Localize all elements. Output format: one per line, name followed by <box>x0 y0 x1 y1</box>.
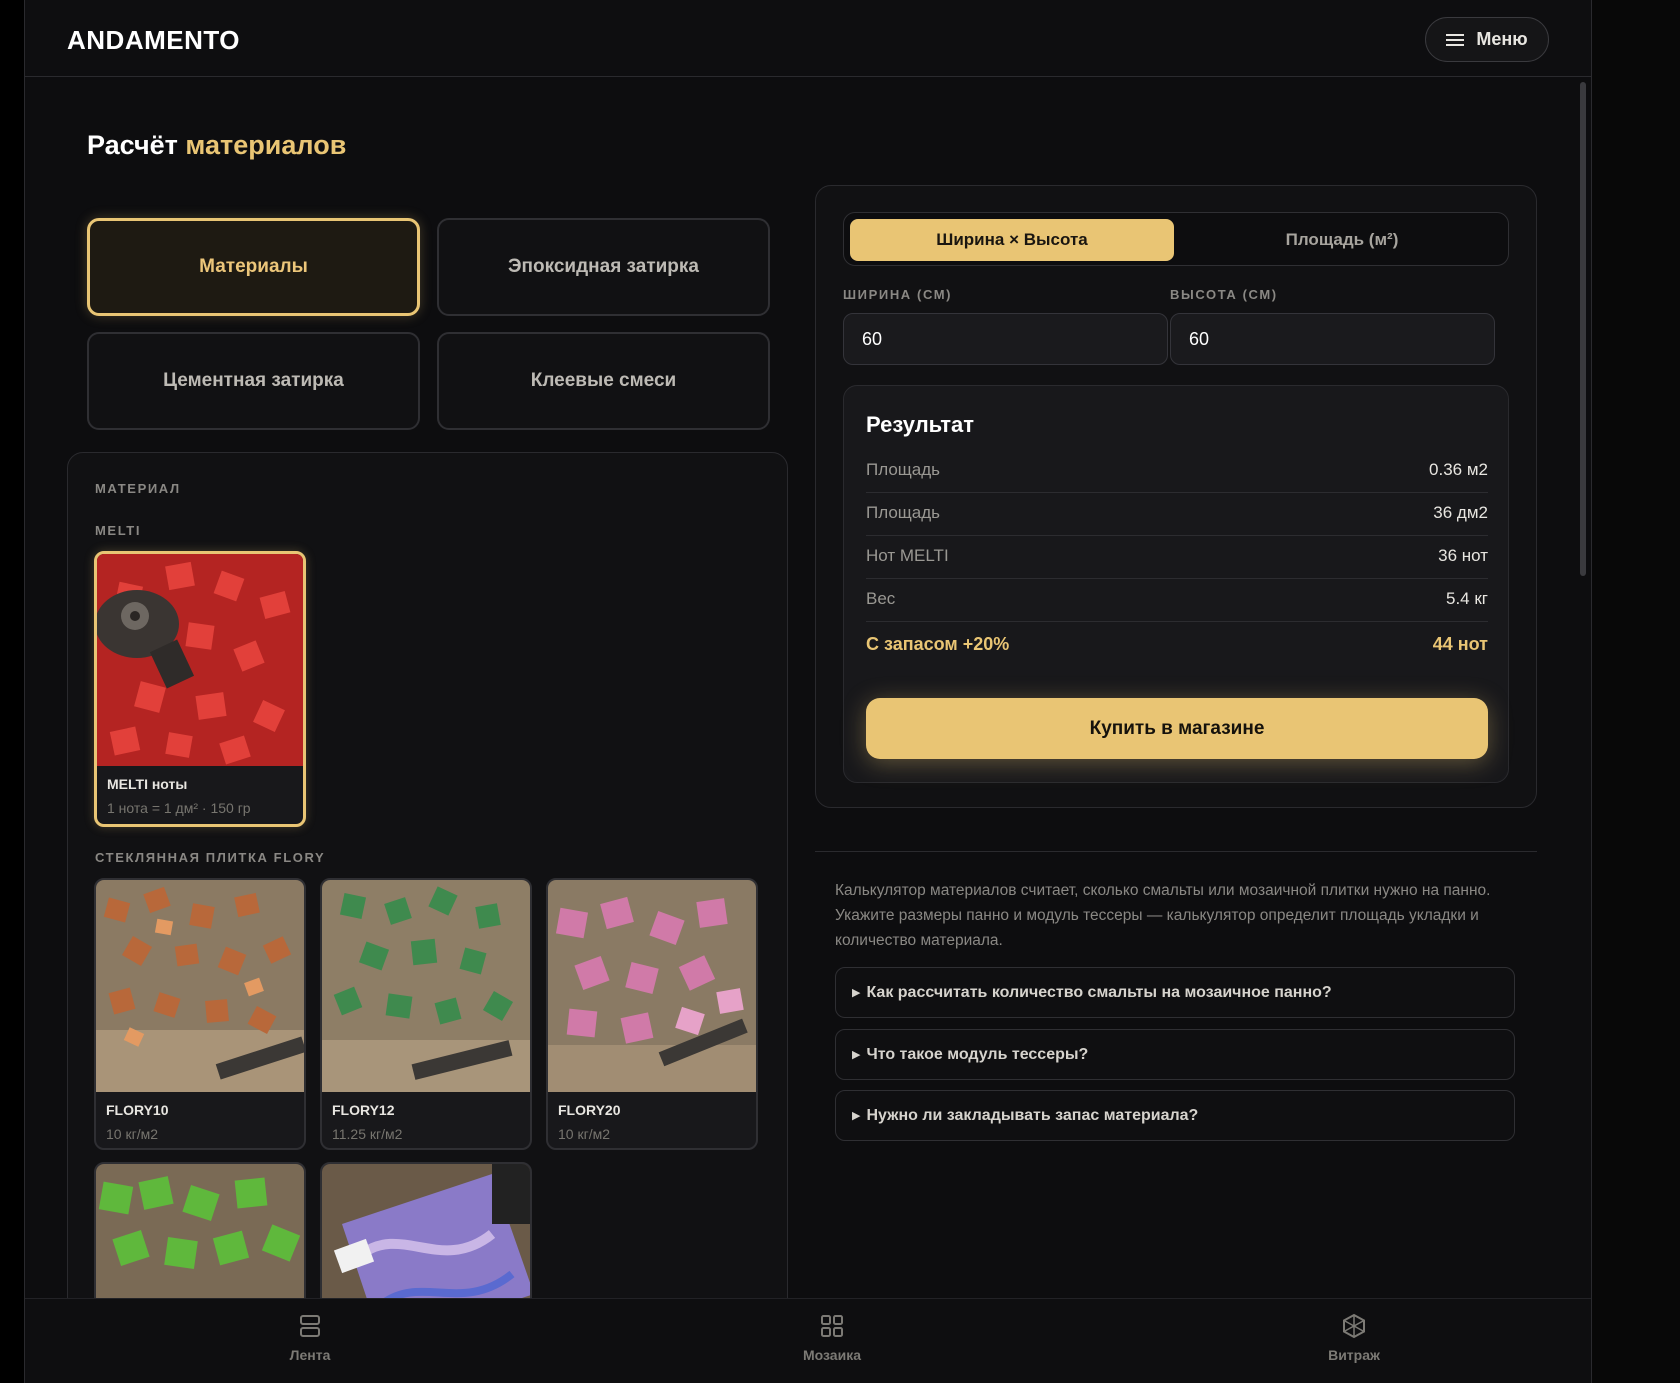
title-main: Расчёт <box>87 130 178 160</box>
faq-question: Нужно ли закладывать запас материала? <box>866 1106 1199 1124</box>
feed-icon <box>300 1315 320 1337</box>
result-value: 0.36 м2 <box>1429 460 1488 479</box>
section-label-material: МАТЕРИАЛ <box>95 481 181 496</box>
result-value: 36 нот <box>1438 546 1488 565</box>
mode-width-height-button[interactable]: Ширина × Высота <box>850 219 1174 261</box>
faq-item-smalt-quantity[interactable]: ▶ Как рассчитать количество смальты на м… <box>835 967 1515 1018</box>
result-row-area-dm2: Площадь 36 дм2 <box>866 491 1488 536</box>
tab-adhesive-mixes[interactable]: Клеевые смеси <box>437 332 770 430</box>
top-header: ANDAMENTO Меню <box>25 0 1591 77</box>
faq-item-tessera-module[interactable]: ▶ Что такое модуль тессеры? <box>835 1029 1515 1080</box>
material-spec-flory20: 10 кг/м2 <box>558 1126 610 1142</box>
width-label: ШИРИНА (СМ) <box>843 287 953 302</box>
nav-item-mosaic[interactable]: Мозаика <box>752 1313 912 1363</box>
material-card-melti[interactable]: MELTI ноты 1 нота = 1 дм² · 150 гр <box>94 551 306 827</box>
bottom-navigation: Лента Мозаика Витраж <box>25 1298 1591 1383</box>
stained-glass-icon <box>1343 1313 1365 1339</box>
hamburger-icon <box>1446 33 1465 46</box>
material-card-flory12[interactable]: FLORY12 11.25 кг/м2 <box>320 878 532 1150</box>
page-title: Расчёт материалов <box>87 130 346 161</box>
logo[interactable]: ANDAMENTO <box>67 25 240 56</box>
group-label-melti: MELTI <box>95 523 142 538</box>
material-spec-flory10: 10 кг/м2 <box>106 1126 158 1142</box>
width-input[interactable] <box>843 313 1168 365</box>
result-row-area-m2: Площадь 0.36 м2 <box>866 448 1488 493</box>
disclosure-triangle-icon: ▶ <box>852 987 861 999</box>
faq-item-material-reserve[interactable]: ▶ Нужно ли закладывать запас материала? <box>835 1090 1515 1141</box>
faq-question: Как рассчитать количество смальты на моз… <box>866 983 1332 1001</box>
materials-panel: МАТЕРИАЛ MELTI MELTI ноты 1 нота = 1 дм²… <box>67 452 788 1352</box>
disclosure-triangle-icon: ▶ <box>852 1110 861 1122</box>
calculator-panel: Ширина × Высота Площадь (м²) ШИРИНА (СМ)… <box>815 185 1537 808</box>
material-image-flory10 <box>96 880 304 1092</box>
total-label: С запасом +20% <box>866 634 1010 654</box>
result-label: Нот MELTI <box>866 546 949 565</box>
result-row-notes: Нот MELTI 36 нот <box>866 534 1488 579</box>
material-card-flory10[interactable]: FLORY10 10 кг/м2 <box>94 878 306 1150</box>
faq-question: Что такое модуль тессеры? <box>866 1045 1089 1063</box>
result-value: 36 дм2 <box>1433 503 1488 522</box>
divider <box>815 851 1537 852</box>
result-title: Результат <box>866 412 975 437</box>
material-spec-flory12: 11.25 кг/м2 <box>332 1126 403 1142</box>
nav-label: Лента <box>289 1347 331 1363</box>
tab-epoxy-grout[interactable]: Эпоксидная затирка <box>437 218 770 316</box>
calculator-description: Калькулятор материалов считает, сколько … <box>835 882 1491 949</box>
title-accent: материалов <box>185 130 347 160</box>
material-image-flory20 <box>548 880 756 1092</box>
group-label-flory: СТЕКЛЯННАЯ ПЛИТКА FLORY <box>95 850 326 865</box>
material-name-flory20: FLORY20 <box>558 1102 621 1118</box>
mode-switcher: Ширина × Высота Площадь (м²) <box>843 212 1509 266</box>
menu-button[interactable]: Меню <box>1425 17 1549 62</box>
buy-in-store-button[interactable]: Купить в магазине <box>866 698 1488 759</box>
menu-label: Меню <box>1476 29 1528 49</box>
tab-materials[interactable]: Материалы <box>87 218 420 316</box>
nav-label: Витраж <box>1328 1347 1380 1363</box>
nav-label: Мозаика <box>803 1347 861 1363</box>
material-name-flory12: FLORY12 <box>332 1102 395 1118</box>
height-label: ВЫСОТА (СМ) <box>1170 287 1278 302</box>
mode-area-button[interactable]: Площадь (м²) <box>1180 219 1504 261</box>
material-card-flory20[interactable]: FLORY20 10 кг/м2 <box>546 878 758 1150</box>
result-label: Площадь <box>866 460 941 479</box>
nav-item-stained-glass[interactable]: Витраж <box>1274 1313 1434 1363</box>
material-image-melti <box>97 554 303 766</box>
grid-icon <box>821 1315 843 1337</box>
result-label: Площадь <box>866 503 941 522</box>
result-value: 5.4 кг <box>1446 589 1488 608</box>
nav-item-feed[interactable]: Лента <box>230 1313 390 1363</box>
material-name-flory10: FLORY10 <box>106 1102 169 1118</box>
scrollbar-thumb[interactable] <box>1580 82 1586 576</box>
disclosure-triangle-icon: ▶ <box>852 1049 861 1061</box>
material-name-melti: MELTI ноты <box>107 776 188 792</box>
app-window: ANDAMENTO Меню Расчёт материалов Материа… <box>24 0 1592 1383</box>
result-card: Результат Площадь 0.36 м2 Площадь 36 дм2… <box>843 385 1509 783</box>
total-value: 44 нот <box>1432 634 1488 654</box>
result-row-weight: Вес 5.4 кг <box>866 577 1488 622</box>
height-input[interactable] <box>1170 313 1495 365</box>
result-row-total: С запасом +20% 44 нот <box>866 622 1488 667</box>
material-spec-melti: 1 нота = 1 дм² · 150 гр <box>107 800 251 816</box>
window-gutter <box>1592 0 1680 1383</box>
result-label: Вес <box>866 589 896 608</box>
tab-cement-grout[interactable]: Цементная затирка <box>87 332 420 430</box>
material-image-flory12 <box>322 880 530 1092</box>
